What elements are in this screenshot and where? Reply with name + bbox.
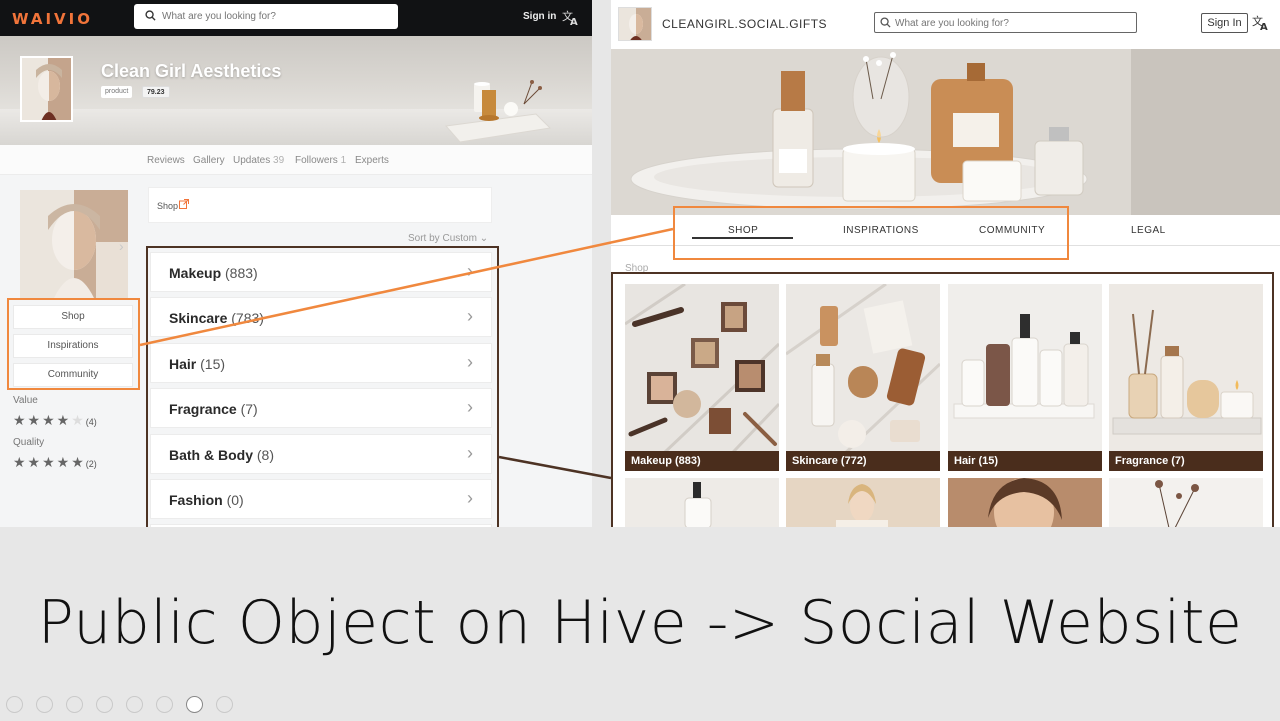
waivio-logo[interactable]: WAIVIO xyxy=(12,10,93,28)
nav-highlight-box xyxy=(673,206,1069,260)
menu-highlight-box xyxy=(7,298,140,390)
slide: { "left_panel": { "logo": "WAIVIO", "sea… xyxy=(0,0,1280,721)
rating-value-stars[interactable]: ★★★★★(4) xyxy=(13,412,97,429)
site-search-box[interactable] xyxy=(874,12,1137,33)
waivio-object-page: WAIVIO Sign in 文 A Clean Girl Aesthetics… xyxy=(0,0,592,527)
svg-text:A: A xyxy=(1260,22,1268,31)
object-tabs: Reviews Gallery Updates 39 Followers 1 E… xyxy=(0,145,592,175)
prev-icon[interactable] xyxy=(6,696,23,713)
svg-text:A: A xyxy=(570,17,578,26)
camera-icon[interactable] xyxy=(186,696,203,713)
rating-quality-stars[interactable]: ★★★★★(2) xyxy=(13,454,97,471)
more-icon[interactable] xyxy=(216,696,233,713)
tab-reviews[interactable]: Reviews xyxy=(147,155,185,166)
slides-icon[interactable] xyxy=(96,696,113,713)
waivio-sign-in-link[interactable]: Sign in xyxy=(523,11,556,22)
next-icon[interactable] xyxy=(36,696,53,713)
site-sign-in-button[interactable]: Sign In xyxy=(1201,13,1248,33)
waivio-search-box[interactable] xyxy=(134,4,398,29)
tab-gallery[interactable]: Gallery xyxy=(193,155,225,166)
site-name[interactable]: CLEANGIRL.SOCIAL.GIFTS xyxy=(662,17,827,31)
object-score-badge: 79.23 xyxy=(142,86,170,98)
waivio-hero-banner: Clean Girl Aesthetics product 79.23 xyxy=(0,36,592,145)
object-type-badge: product xyxy=(101,86,133,98)
chevron-right-icon[interactable]: › xyxy=(119,238,124,254)
site-avatar[interactable] xyxy=(618,7,652,41)
rating-value-label: Value xyxy=(13,395,38,406)
shop-grid-highlight-box xyxy=(611,272,1274,527)
rating-quality-count: (2) xyxy=(85,459,97,469)
tab-followers[interactable]: Followers 1 xyxy=(295,155,346,166)
site-hero-image xyxy=(611,49,1280,215)
rating-quality-label: Quality xyxy=(13,437,45,448)
waivio-top-bar: WAIVIO Sign in 文 A xyxy=(0,0,592,36)
slide-caption: Public Object on Hive -> Social Website xyxy=(37,588,1243,658)
object-main-image[interactable] xyxy=(20,190,128,298)
nav-legal[interactable]: LEGAL xyxy=(1131,225,1166,236)
shop-card: Shop xyxy=(148,187,492,223)
social-website-page: CLEANGIRL.SOCIAL.GIFTS Sign In 文 A xyxy=(611,0,1280,527)
search-icon xyxy=(880,17,891,28)
sort-control[interactable]: Sort by Custom ⌄ xyxy=(408,233,488,244)
object-title: Clean Girl Aesthetics xyxy=(101,61,282,81)
object-avatar[interactable] xyxy=(20,56,73,122)
candle-tray-image xyxy=(445,80,552,143)
zoom-icon[interactable] xyxy=(126,696,143,713)
subtitles-icon[interactable] xyxy=(156,696,173,713)
rating-value-count: (4) xyxy=(85,417,97,427)
chevron-down-icon: ⌄ xyxy=(479,233,489,244)
site-search-input[interactable] xyxy=(895,16,1131,30)
shop-link[interactable]: Shop xyxy=(157,201,178,211)
search-icon xyxy=(145,10,156,21)
translate-icon[interactable]: 文 A xyxy=(562,8,580,26)
external-link-icon[interactable] xyxy=(179,199,189,209)
tab-experts[interactable]: Experts xyxy=(355,155,389,166)
translate-icon[interactable]: 文 A xyxy=(1252,13,1270,31)
pen-icon[interactable] xyxy=(66,696,83,713)
tab-updates[interactable]: Updates 39 xyxy=(233,155,284,166)
waivio-search-input[interactable] xyxy=(162,8,390,25)
category-highlight-box xyxy=(146,246,499,527)
